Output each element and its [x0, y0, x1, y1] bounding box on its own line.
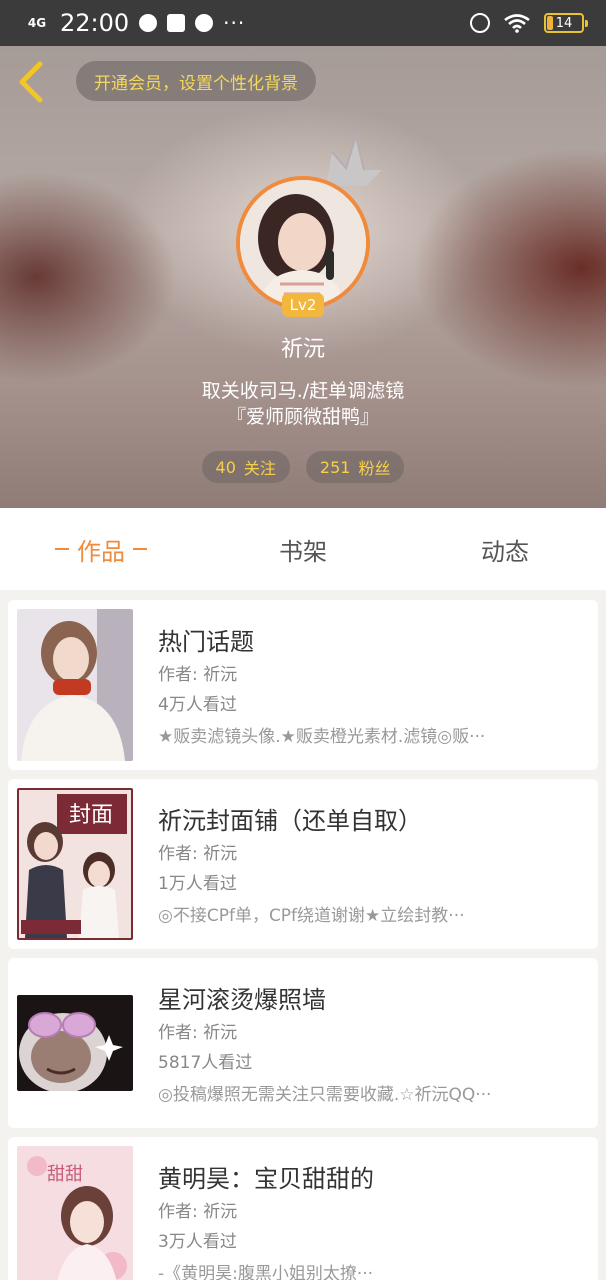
tab-indicator — [55, 548, 69, 550]
work-views: 3万人看过 — [158, 1232, 237, 1252]
wifi-icon — [504, 14, 530, 33]
vip-background-prompt[interactable]: 开通会员，设置个性化背景 — [76, 61, 316, 101]
followers-count: 251 — [319, 457, 351, 477]
work-description: -《黄明昊:腹黑小姐别太撩··· — [158, 1264, 374, 1280]
cover-image — [17, 609, 133, 761]
work-title: 黄明昊：宝贝甜甜的 — [158, 1165, 374, 1193]
following-count: 40 — [215, 457, 236, 477]
list-item[interactable]: 星河滚烫爆照墙 作者: 祈沅 5817人看过 ◎投稿爆照无需关注只需要收藏.☆祈… — [8, 958, 598, 1128]
tab-label: 作品 — [77, 537, 125, 566]
more-notifications-icon: ··· — [223, 11, 246, 35]
bio-line: 取关收司马./赶单调滤镜 — [201, 380, 405, 402]
tab-activity[interactable]: 动态 — [404, 508, 606, 590]
work-title: 星河滚烫爆照墙 — [158, 986, 326, 1014]
tab-indicator — [133, 548, 147, 550]
list-item[interactable]: 热门话题 作者: 祈沅 4万人看过 ★贩卖滤镜头像.★贩卖橙光素材.滤镜◎贩··… — [8, 600, 598, 770]
level-badge: Lv2 — [282, 293, 324, 317]
works-list: 热门话题 作者: 祈沅 4万人看过 ★贩卖滤镜头像.★贩卖橙光素材.滤镜◎贩··… — [8, 600, 598, 1280]
app-notification-icon — [167, 14, 186, 32]
back-button[interactable] — [14, 60, 50, 104]
work-description: ◎投稿爆照无需关注只需要收藏.☆祈沅QQ··· — [158, 1085, 492, 1105]
work-views: 1万人看过 — [158, 874, 237, 894]
work-title: 热门话题 — [158, 628, 254, 656]
svg-text:甜甜: 甜甜 — [47, 1164, 83, 1185]
work-views: 4万人看过 — [158, 695, 237, 715]
avatar[interactable] — [236, 176, 370, 310]
profile-header: 开通会员，设置个性化背景 Lv2 祈沅 取关收司马./赶单调滤镜 『爱师顾微甜鸭… — [0, 46, 606, 508]
username: 祈沅 — [280, 337, 325, 362]
work-author: 作者: 祈沅 — [158, 665, 238, 685]
work-description: ◎不接CPf单，CPf绕道谢谢★立绘封教··· — [158, 906, 465, 926]
work-description: ★贩卖滤镜头像.★贩卖橙光素材.滤镜◎贩··· — [158, 727, 486, 747]
svg-text:封面: 封面 — [69, 803, 113, 828]
work-views: 5817人看过 — [158, 1053, 253, 1073]
tab-bookshelf[interactable]: 书架 — [202, 508, 404, 590]
cover-image: 封面 — [17, 788, 133, 940]
profile-tabs: 作品 书架 动态 — [0, 508, 606, 590]
status-bar: 4G 22:00 ··· 14 — [0, 0, 606, 46]
battery-indicator: 14 — [544, 13, 588, 33]
work-author: 作者: 祈沅 — [158, 1202, 238, 1222]
work-title: 祈沅封面铺（还单自取） — [158, 807, 422, 835]
followers-button[interactable]: 251 粉丝 — [305, 451, 405, 483]
alarm-icon — [470, 13, 490, 33]
bio-line: 『爱师顾微甜鸭』 — [226, 406, 379, 428]
work-author: 作者: 祈沅 — [158, 1023, 238, 1043]
work-author: 作者: 祈沅 — [158, 844, 238, 864]
tab-works[interactable]: 作品 — [0, 508, 202, 590]
following-button[interactable]: 40 关注 — [201, 451, 290, 483]
following-label: 关注 — [243, 459, 276, 478]
followers-label: 粉丝 — [358, 459, 391, 478]
tab-label: 书架 — [279, 537, 327, 566]
network-indicator: 4G — [27, 15, 47, 30]
tab-label: 动态 — [481, 537, 529, 566]
browser-icon — [195, 14, 214, 32]
notification-icon — [139, 14, 158, 32]
list-item[interactable]: 封面 祈沅封面铺（还单自取） 作者: 祈沅 1万人看过 ◎不接CPf单，CPf绕… — [8, 779, 598, 949]
profile-bio: 取关收司马./赶单调滤镜 『爱师顾微甜鸭』 — [0, 378, 606, 430]
cover-image — [17, 995, 133, 1091]
list-item[interactable]: 甜甜 黄明昊：宝贝甜甜的 作者: 祈沅 3万人看过 -《黄明昊:腹黑小姐别太撩·… — [8, 1137, 598, 1280]
clock: 22:00 — [60, 9, 130, 37]
cover-image: 甜甜 — [17, 1146, 133, 1280]
